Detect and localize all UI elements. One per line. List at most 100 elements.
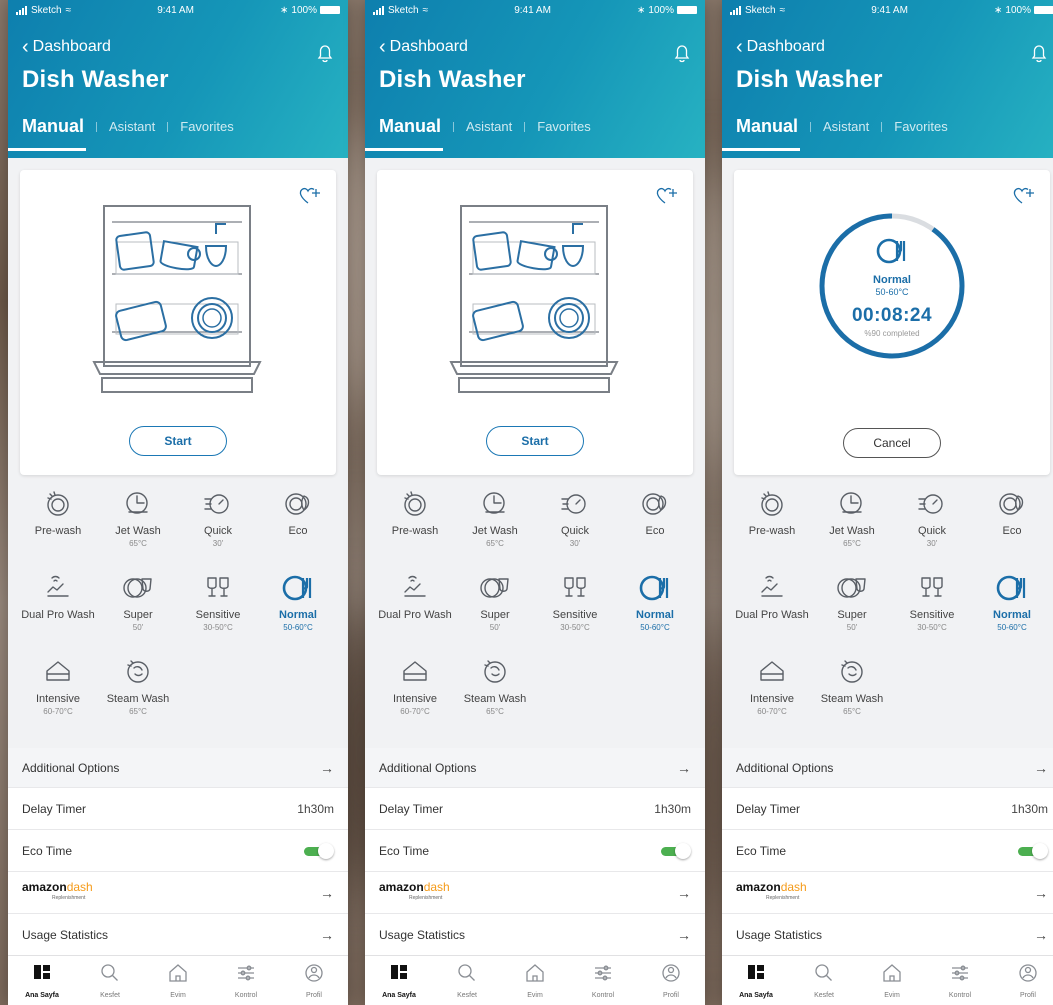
tab-asistant[interactable]: Asistant [466,119,512,134]
tab-manual[interactable]: Manual [8,116,87,151]
program-normal[interactable]: Normal 50-60°C [615,572,695,648]
tabbar-item-4[interactable]: Profil [643,962,699,999]
program-intensive[interactable]: Intensive 60-70°C [375,656,455,732]
program-quick[interactable]: Quick 30' [535,488,615,564]
amazon-dash-row[interactable]: amazondash Replenishment → [722,872,1053,914]
additional-options-row[interactable]: Additional Options → [8,748,348,788]
tabbar-item-0[interactable]: Ana Sayfa [371,962,427,999]
heart-plus-icon[interactable] [298,186,322,211]
divider [453,121,455,132]
eco-time-toggle[interactable] [1018,842,1048,859]
program-prewash[interactable]: Pre-wash [375,488,455,564]
heart-plus-icon[interactable] [655,186,679,211]
program-intensive[interactable]: Intensive 60-70°C [18,656,98,732]
tab-favorites[interactable]: Favorites [894,119,947,134]
eco-time-toggle[interactable] [661,842,691,859]
amazon-dash-row[interactable]: amazondash Replenishment → [8,872,348,914]
tabbar-item-0[interactable]: Ana Sayfa [728,962,784,999]
program-name: Super [837,609,867,621]
program-eco[interactable]: Eco [258,488,338,564]
delay-timer-row[interactable]: Delay Timer 1h30m [8,788,348,830]
start-button[interactable]: Start [486,426,584,456]
tabbar-label: Ana Sayfa [25,992,59,999]
usage-statistics-row[interactable]: Usage Statistics → [8,914,348,956]
amazon-dash-logo: amazondash Replenishment [22,879,93,901]
tabbar-label: Kontrol [591,992,615,999]
cancel-button[interactable]: Cancel [843,428,941,458]
program-dual-pro-wash[interactable]: Dual Pro Wash [732,572,812,648]
program-sensitive[interactable]: Sensitive 30-50°C [178,572,258,648]
program-detail: 30-50°C [560,623,590,632]
bell-icon[interactable] [316,44,334,69]
program-dual-pro-wash[interactable]: Dual Pro Wash [375,572,455,648]
additional-options-row[interactable]: Additional Options → [722,748,1053,788]
program-eco[interactable]: Eco [972,488,1052,564]
delay-timer-row[interactable]: Delay Timer 1h30m [722,788,1053,830]
tabbar-item-4[interactable]: Profil [286,962,342,999]
program-jet-wash[interactable]: Jet Wash 65°C [812,488,892,564]
tabbar-item-3[interactable]: Kontrol [932,962,988,999]
amazon-dash-row[interactable]: amazondash Replenishment → [365,872,705,914]
heart-plus-icon[interactable] [1012,186,1036,211]
program-sensitive[interactable]: Sensitive 30-50°C [892,572,972,648]
tab-favorites[interactable]: Favorites [537,119,590,134]
battery-icon [1034,6,1053,14]
profile-icon [660,962,682,989]
program-prewash[interactable]: Pre-wash [732,488,812,564]
tab-manual[interactable]: Manual [365,116,444,151]
tab-asistant[interactable]: Asistant [109,119,155,134]
program-super[interactable]: Super 50' [98,572,178,648]
start-button[interactable]: Start [129,426,227,456]
program-quick[interactable]: Quick 30' [178,488,258,564]
usage-statistics-row[interactable]: Usage Statistics → [722,914,1053,956]
program-jet-wash[interactable]: Jet Wash 65°C [455,488,535,564]
program-detail: 65°C [843,707,861,716]
sensitive-icon [916,572,948,604]
program-steam-wash[interactable]: Steam Wash 65°C [98,656,178,732]
tab-favorites[interactable]: Favorites [180,119,233,134]
tabbar-item-1[interactable]: Kesfet [82,962,138,999]
back-button[interactable]: ‹ Dashboard [736,36,825,58]
usage-statistics-row[interactable]: Usage Statistics → [365,914,705,956]
status-bar: Sketch ≈9:41 AM ∗ 100% [8,0,348,20]
tabbar-item-0[interactable]: Ana Sayfa [14,962,70,999]
tab-manual[interactable]: Manual [722,116,801,151]
tabbar-item-4[interactable]: Profil [1000,962,1053,999]
program-eco[interactable]: Eco [615,488,695,564]
program-steam-wash[interactable]: Steam Wash 65°C [812,656,892,732]
bell-icon[interactable] [1030,44,1048,69]
bell-icon[interactable] [673,44,691,69]
program-steam-wash[interactable]: Steam Wash 65°C [455,656,535,732]
program-normal[interactable]: Normal 50-60°C [258,572,338,648]
program-intensive[interactable]: Intensive 60-70°C [732,656,812,732]
tabbar-item-1[interactable]: Kesfet [439,962,495,999]
tabbar-item-3[interactable]: Kontrol [575,962,631,999]
back-button[interactable]: ‹ Dashboard [379,36,468,58]
additional-options-row[interactable]: Additional Options → [365,748,705,788]
program-normal[interactable]: Normal 50-60°C [972,572,1052,648]
tab-bar: Manual Asistant Favorites [722,116,1048,151]
prewash-icon [42,488,74,520]
eco-time-toggle[interactable] [304,842,334,859]
delay-timer-row[interactable]: Delay Timer 1h30m [365,788,705,830]
tabbar-item-2[interactable]: Evim [150,962,206,999]
program-super[interactable]: Super 50' [812,572,892,648]
tabbar-item-2[interactable]: Evim [507,962,563,999]
dual-pro-wash-icon [42,572,74,604]
tabbar-item-3[interactable]: Kontrol [218,962,274,999]
steam-wash-icon [479,656,511,688]
program-super[interactable]: Super 50' [455,572,535,648]
chevron-left-icon: ‹ [379,36,386,58]
program-quick[interactable]: Quick 30' [892,488,972,564]
chevron-left-icon: ‹ [736,36,743,58]
tab-asistant[interactable]: Asistant [823,119,869,134]
tabbar-item-2[interactable]: Evim [864,962,920,999]
program-prewash[interactable]: Pre-wash [18,488,98,564]
program-sensitive[interactable]: Sensitive 30-50°C [535,572,615,648]
back-button[interactable]: ‹ Dashboard [22,37,111,57]
program-detail: 50-60°C [640,623,670,632]
phone-screen-3: Sketch ≈9:41 AM ∗ 100% ‹ Dashboard Dish Washer… [722,0,1053,1005]
program-dual-pro-wash[interactable]: Dual Pro Wash [18,572,98,648]
tabbar-item-1[interactable]: Kesfet [796,962,852,999]
program-jet-wash[interactable]: Jet Wash 65°C [98,488,178,564]
